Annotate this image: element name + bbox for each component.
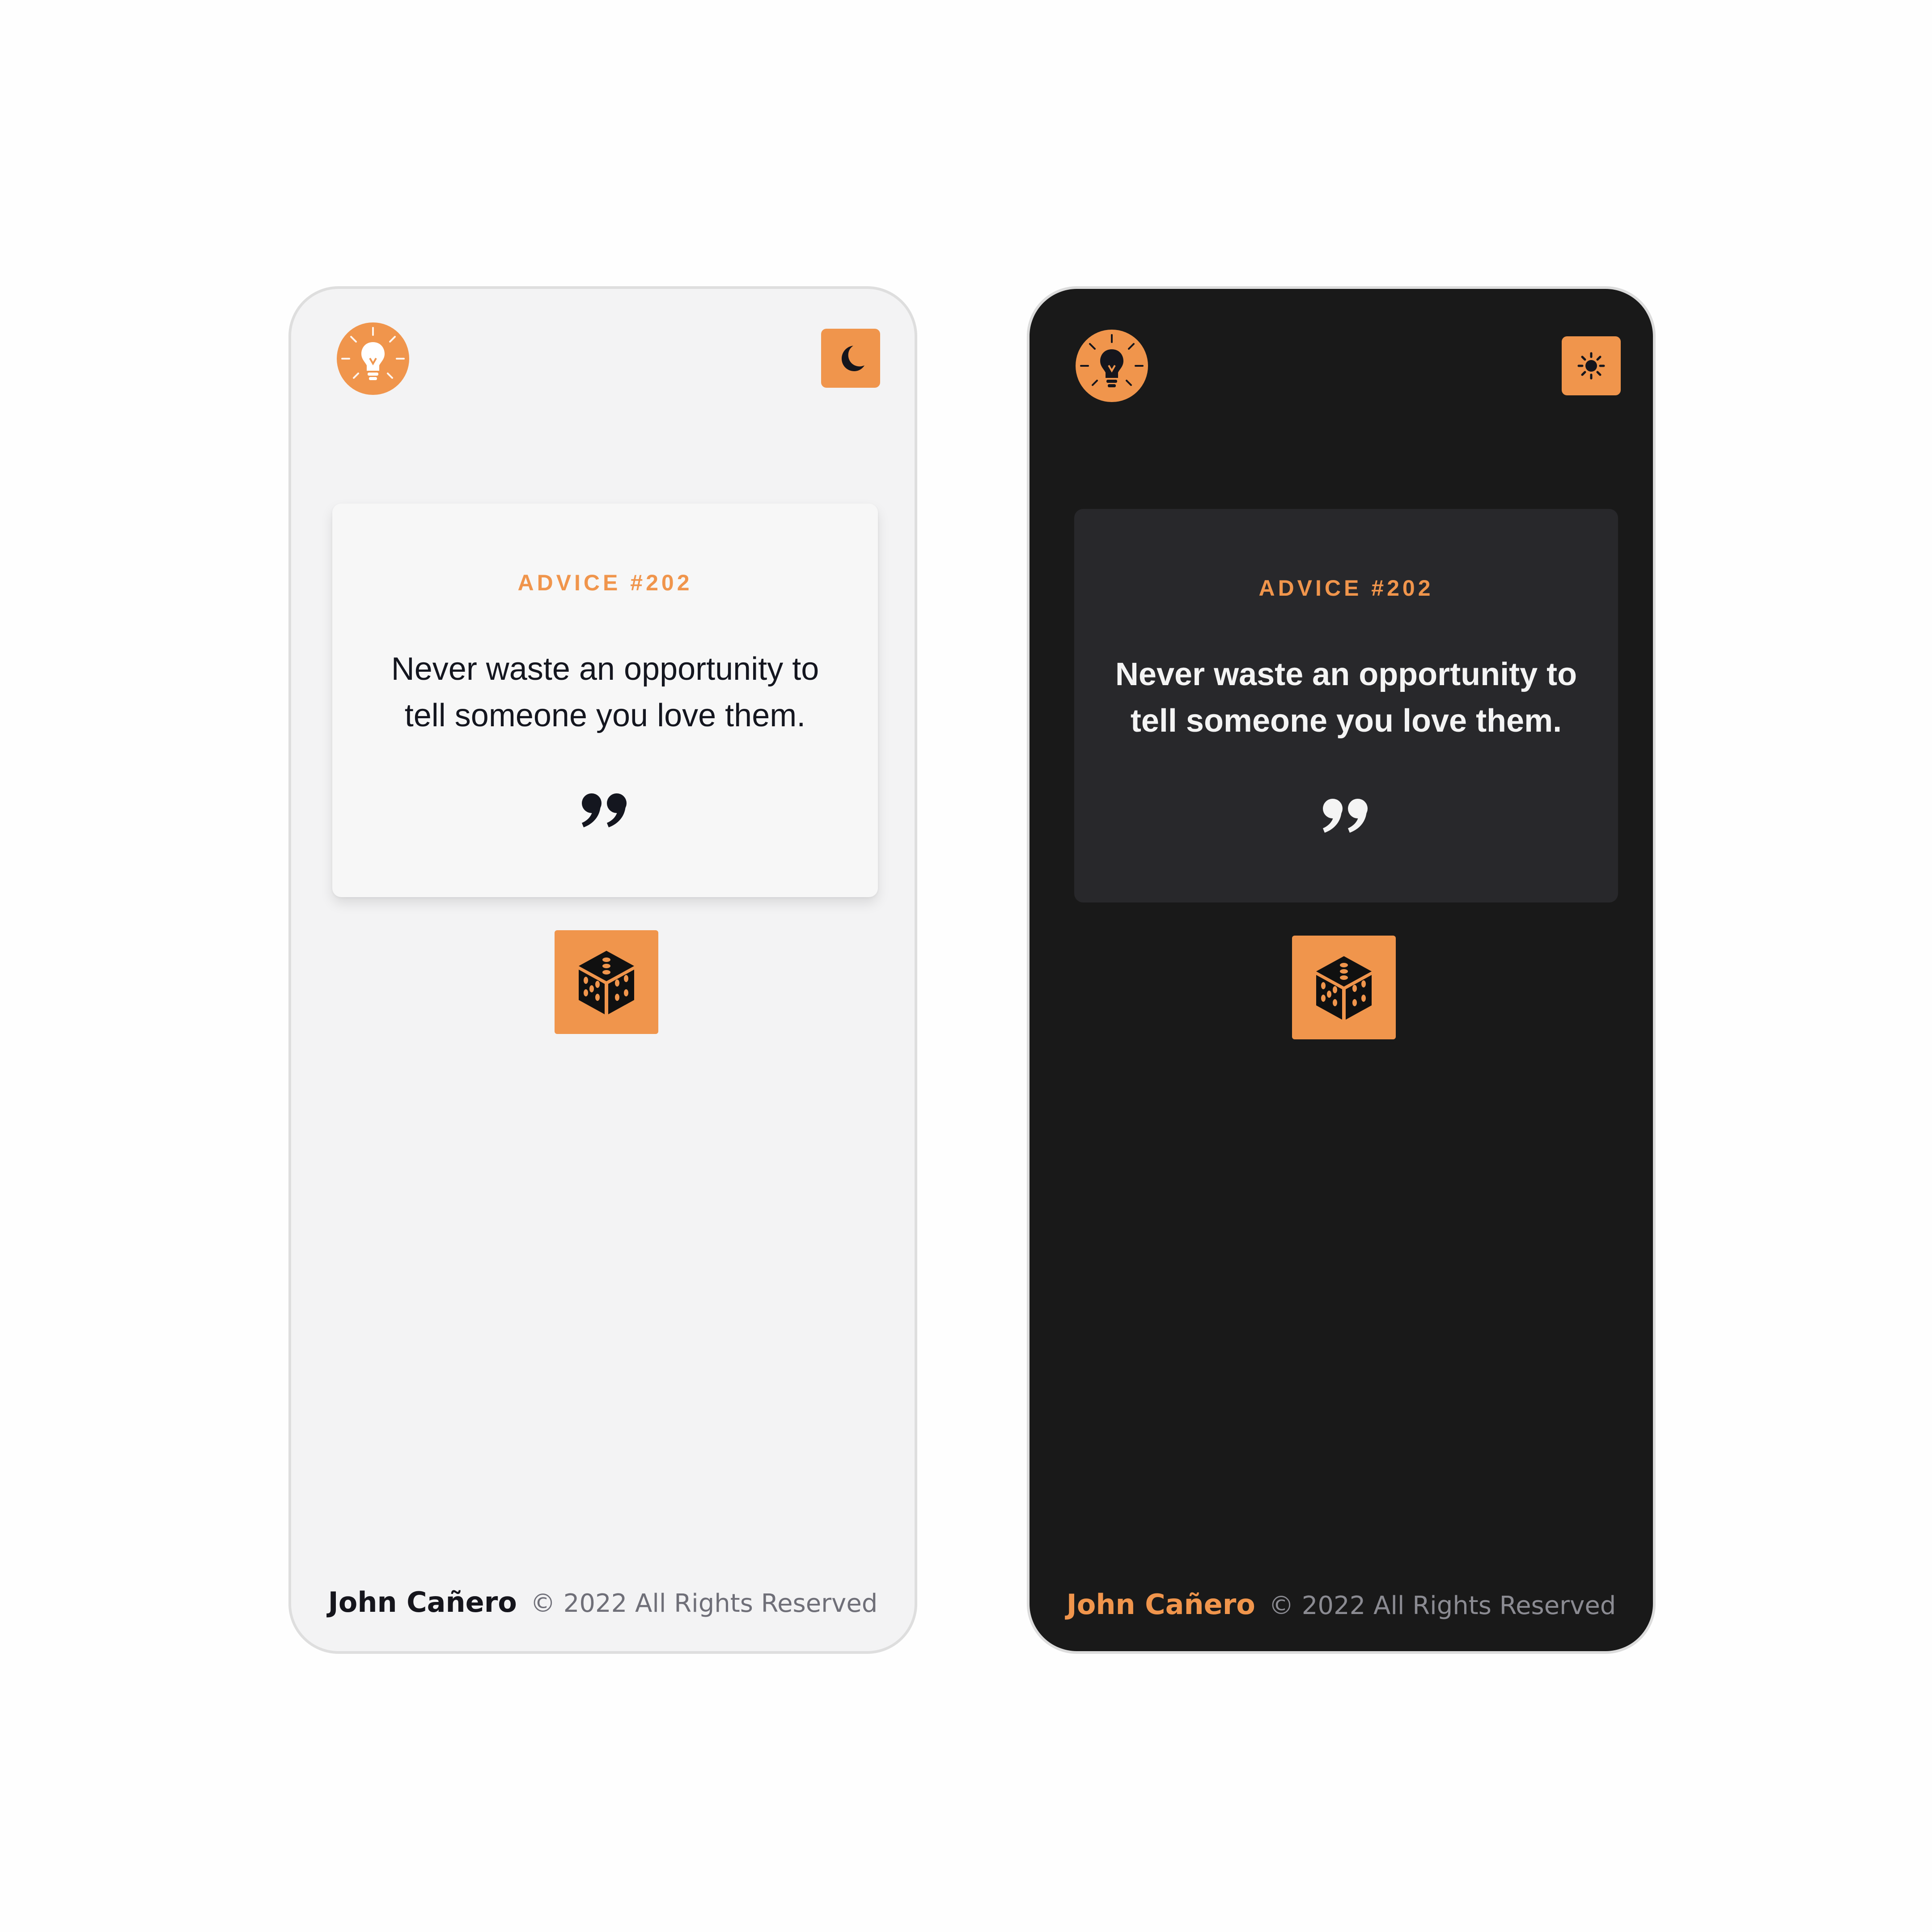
quote-icon [582,793,627,827]
new-advice-dice-button[interactable] [1292,936,1396,1039]
footer: John Cañero © 2022 All Rights Reserved [1030,1588,1653,1621]
dark-mode-toggle-button[interactable] [821,329,880,388]
lightbulb-icon [337,322,409,395]
light-mode-toggle-button[interactable] [1562,336,1621,395]
moon-icon [842,346,864,371]
advice-card: ADVICE #202 Never waste an opportunity t… [332,504,878,897]
new-advice-dice-button[interactable] [555,930,658,1034]
footer-copyright: © 2022 All Rights Reserved [530,1589,878,1618]
dice-icon [579,951,634,1014]
footer-author: John Cañero [1066,1588,1255,1621]
advice-text: Never waste an opportunity to tell someo… [1115,657,1577,739]
advice-card: ADVICE #202 Never waste an opportunity t… [1074,509,1618,902]
advice-number: ADVICE #202 [517,570,693,595]
quote-icon [1323,799,1368,833]
light-mode-screen: ADVICE #202 Never waste an opportunity t… [288,286,917,1654]
advice-number: ADVICE #202 [1258,576,1434,601]
footer: John Cañero © 2022 All Rights Reserved [291,1586,915,1618]
footer-author: John Cañero [328,1586,517,1618]
lightbulb-icon [1076,330,1148,402]
sun-icon [1577,352,1605,380]
footer-copyright: © 2022 All Rights Reserved [1268,1591,1616,1620]
dark-mode-screen: ADVICE #202 Never waste an opportunity t… [1027,286,1656,1654]
dice-icon [1316,956,1372,1020]
advice-text: Never waste an opportunity to tell someo… [391,651,819,733]
